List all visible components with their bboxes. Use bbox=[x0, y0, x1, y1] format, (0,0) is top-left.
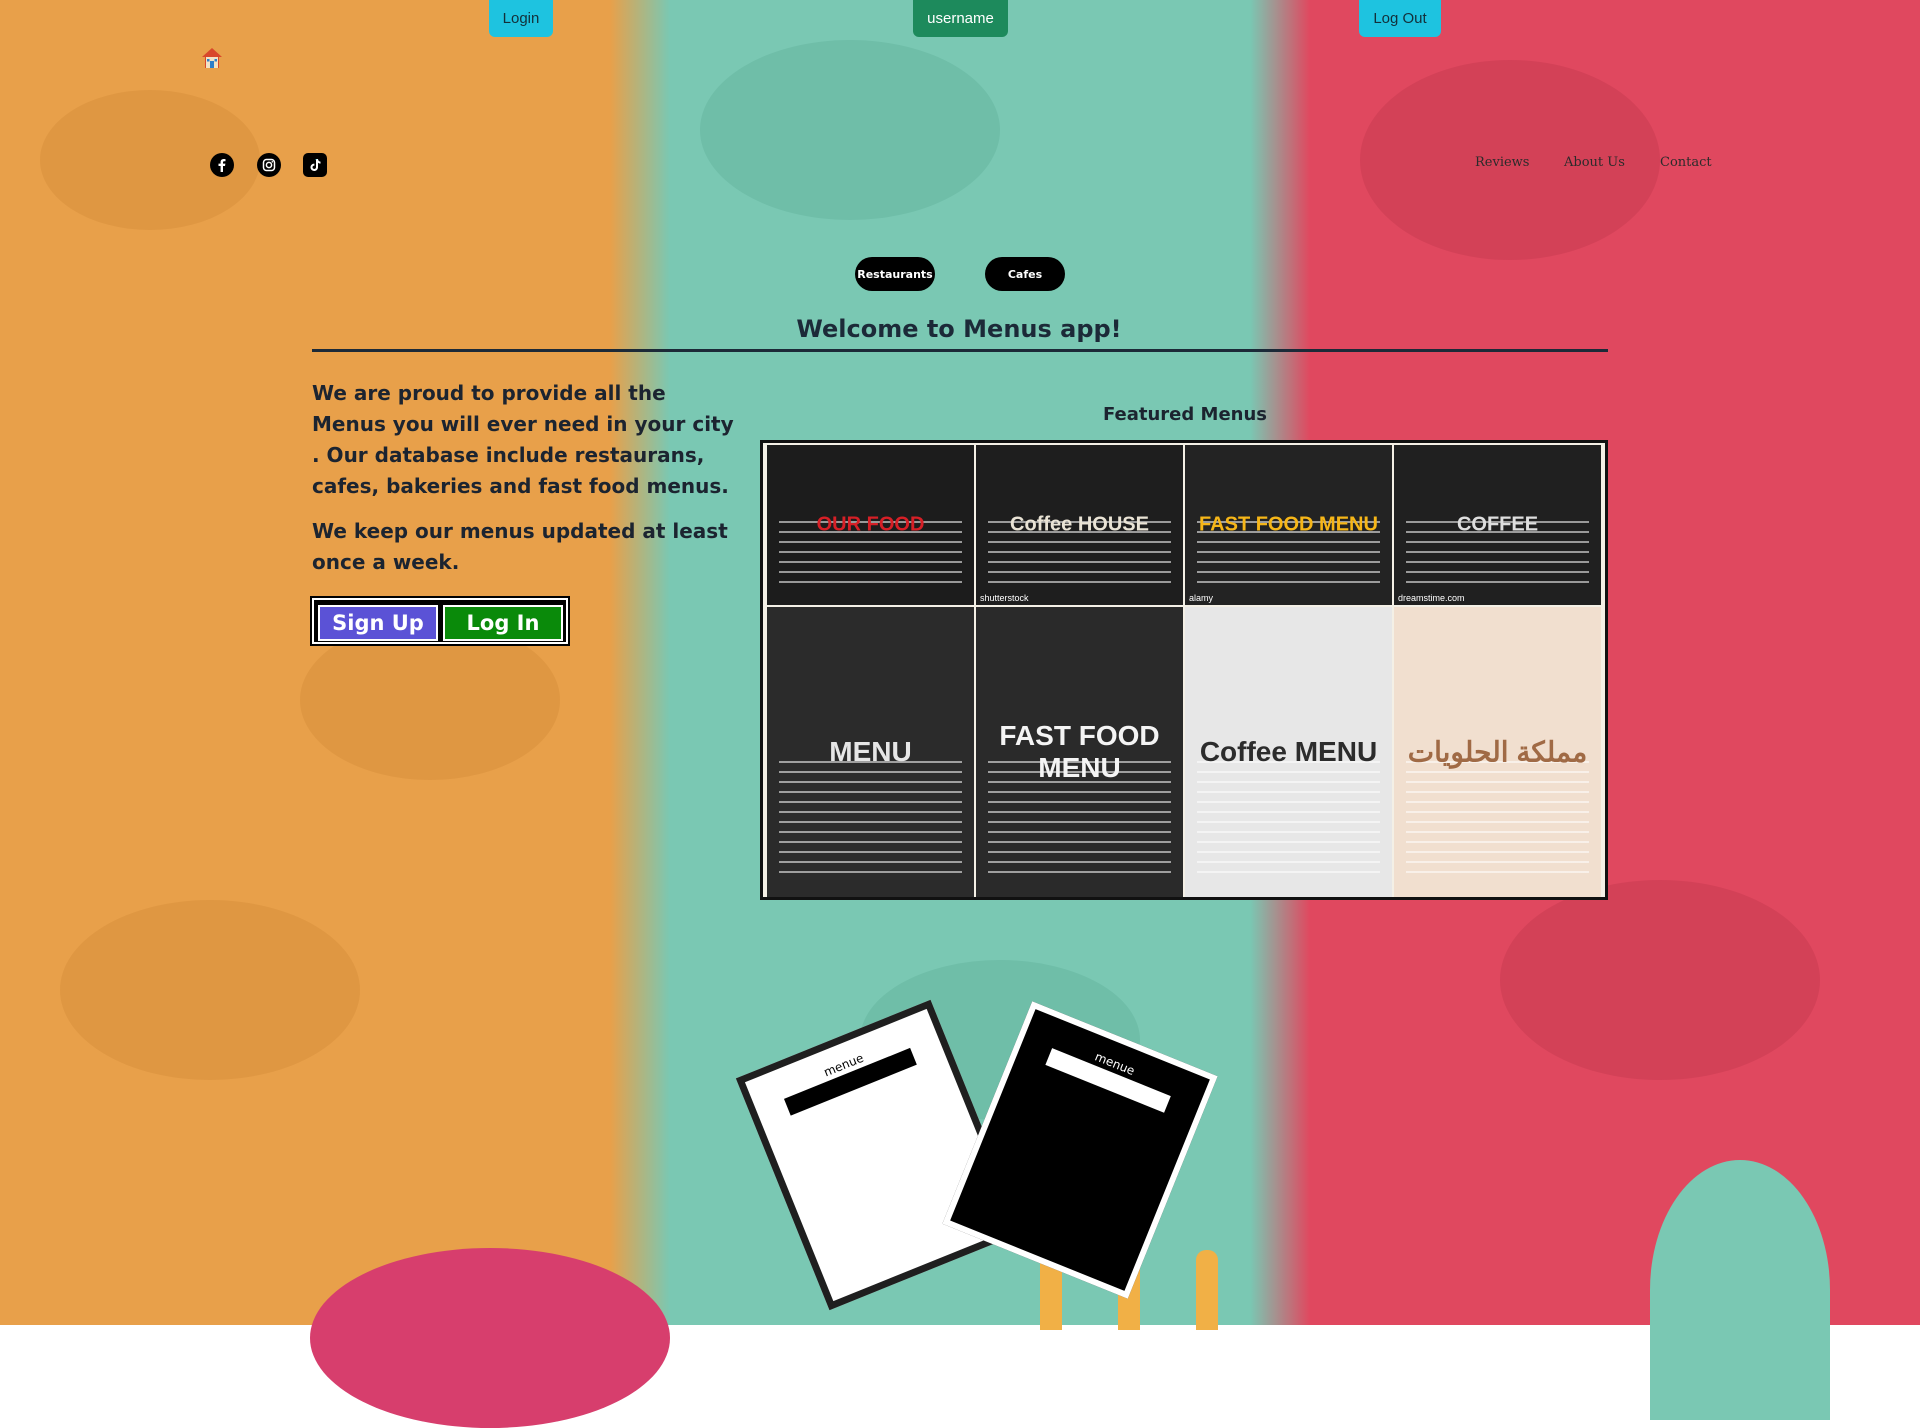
image-credit: alamy bbox=[1189, 593, 1214, 603]
log-in-button[interactable]: Log In bbox=[443, 605, 563, 641]
featured-menus-heading: Featured Menus bbox=[1102, 404, 1268, 425]
featured-menu-title: Coffee HOUSE bbox=[1010, 513, 1149, 536]
logout-button[interactable]: Log Out bbox=[1359, 0, 1441, 37]
background-blend bbox=[610, 0, 670, 1325]
decorative-plate bbox=[310, 1248, 670, 1428]
intro-paragraph: We keep our menus updated at least once … bbox=[312, 519, 728, 574]
featured-menu-title: Coffee MENU bbox=[1199, 736, 1378, 767]
featured-menu-tile[interactable]: MENU bbox=[767, 607, 974, 897]
decorative-spoon bbox=[1650, 1160, 1830, 1420]
menu-item-lines bbox=[779, 761, 962, 877]
featured-menu-tile[interactable]: FAST FOOD MENU bbox=[976, 607, 1183, 897]
nav-contact-link[interactable]: Contact bbox=[1660, 155, 1712, 170]
featured-menu-tile[interactable]: OUR FOOD bbox=[767, 445, 974, 605]
home-icon[interactable] bbox=[200, 46, 224, 70]
featured-menu-tile[interactable]: مملكة الحلويات bbox=[1394, 607, 1601, 897]
image-credit: dreamstime.com bbox=[1398, 593, 1465, 603]
sign-up-button[interactable]: Sign Up bbox=[318, 605, 438, 641]
nav-reviews-link[interactable]: Reviews bbox=[1475, 155, 1529, 170]
intro-paragraph: We are proud to provide all the Menus yo… bbox=[312, 381, 734, 498]
background-texture bbox=[300, 620, 560, 780]
image-credit: shutterstock bbox=[980, 593, 1029, 603]
auth-button-group: Sign Up Log In bbox=[310, 596, 570, 646]
background-texture bbox=[60, 900, 360, 1080]
page-title: Welcome to Menus app! bbox=[796, 315, 1122, 343]
menu-item-lines bbox=[1406, 761, 1589, 877]
featured-menu-tile[interactable]: COFFEE dreamstime.com bbox=[1394, 445, 1601, 605]
category-restaurants-button[interactable]: Restaurants bbox=[855, 257, 935, 291]
tiktok-icon[interactable] bbox=[303, 153, 327, 177]
featured-menu-title: FAST FOOD MENU bbox=[1199, 513, 1378, 536]
featured-menu-tile[interactable]: Coffee MENU bbox=[1185, 607, 1392, 897]
background-texture bbox=[700, 40, 1000, 220]
decorative-fork-tine bbox=[1196, 1250, 1218, 1330]
menu-item-lines bbox=[1197, 761, 1380, 877]
featured-menu-title: OUR FOOD bbox=[816, 513, 925, 536]
nav-about-us-link[interactable]: About Us bbox=[1564, 155, 1625, 170]
title-divider bbox=[312, 349, 1608, 352]
username-button[interactable]: username bbox=[913, 0, 1008, 37]
facebook-icon[interactable] bbox=[210, 153, 234, 177]
background-texture bbox=[1500, 880, 1820, 1080]
featured-menu-title: COFFEE bbox=[1456, 513, 1539, 536]
intro-text: We are proud to provide all the Menus yo… bbox=[312, 378, 742, 592]
top-login-button[interactable]: Login bbox=[489, 0, 553, 37]
featured-menus-gallery: OUR FOOD Coffee HOUSE shutterstock FAST FOO… bbox=[760, 440, 1608, 900]
featured-menu-tile[interactable]: Coffee HOUSE shutterstock bbox=[976, 445, 1183, 605]
category-cafes-button[interactable]: Cafes bbox=[985, 257, 1065, 291]
featured-menu-title: مملكة الحلويات bbox=[1407, 736, 1588, 768]
featured-menu-tile[interactable]: FAST FOOD MENU alamy bbox=[1185, 445, 1392, 605]
featured-menu-title: FAST FOOD MENU bbox=[999, 720, 1160, 783]
instagram-icon[interactable] bbox=[257, 153, 281, 177]
featured-menu-title: MENU bbox=[829, 736, 912, 767]
